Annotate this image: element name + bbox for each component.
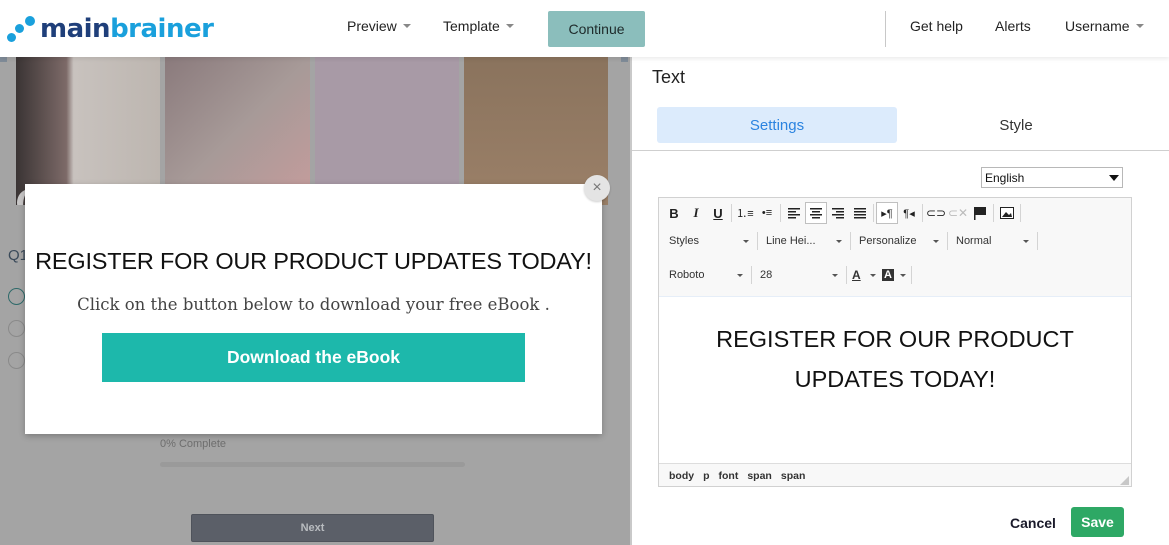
- path-item[interactable]: font: [719, 470, 739, 482]
- progress-label: 0% Complete: [160, 438, 227, 450]
- close-icon[interactable]: ×: [584, 175, 610, 201]
- element-path-bar: body p font span span: [659, 463, 1131, 487]
- font-family-dropdown[interactable]: Roboto: [663, 264, 749, 286]
- dropdown-arrow-icon: [1109, 174, 1119, 181]
- background-color-icon: A: [882, 269, 894, 281]
- cancel-button[interactable]: Cancel: [1003, 508, 1063, 538]
- modal-subtitle[interactable]: Click on the button below to download yo…: [25, 295, 602, 314]
- bold-icon[interactable]: B: [663, 202, 685, 224]
- path-item[interactable]: p: [703, 470, 709, 482]
- continue-button[interactable]: Continue: [548, 11, 645, 47]
- download-ebook-button[interactable]: Download the eBook: [102, 333, 525, 382]
- toolbar-row-3: Roboto 28 A A: [659, 261, 1131, 289]
- align-justify-icon[interactable]: [849, 202, 871, 224]
- format-dropdown[interactable]: Normal: [950, 230, 1035, 252]
- logo-text: mainbrainer: [40, 14, 214, 44]
- logo-dots-icon: [6, 14, 38, 44]
- italic-icon[interactable]: I: [685, 202, 707, 224]
- hero-tile-clothings: Clothings: [16, 57, 161, 205]
- font-size-dropdown[interactable]: 28: [754, 264, 844, 286]
- scroll-marker: [621, 57, 628, 62]
- ltr-direction-icon[interactable]: ▸¶: [876, 202, 898, 224]
- rich-text-editor: B I U ⒈≡ •≡ ▸¶ ¶◂ ⊂⊃ ⊂✕ Styles Line Hei.…: [658, 197, 1132, 487]
- path-item[interactable]: body: [669, 470, 694, 482]
- unlink-icon[interactable]: ⊂✕: [947, 202, 969, 224]
- tab-style[interactable]: Style: [896, 107, 1136, 143]
- top-navbar: mainbrainer Preview Template Continue Ge…: [0, 0, 1169, 57]
- template-menu[interactable]: Template: [443, 18, 514, 34]
- styles-dropdown[interactable]: Styles: [663, 230, 755, 252]
- alerts-link[interactable]: Alerts: [995, 18, 1031, 34]
- language-select[interactable]: English: [981, 167, 1123, 188]
- toolbar-row-1: B I U ⒈≡ •≡ ▸¶ ¶◂ ⊂⊃ ⊂✕: [659, 199, 1131, 227]
- rtl-direction-icon[interactable]: ¶◂: [898, 202, 920, 224]
- link-icon[interactable]: ⊂⊃: [925, 202, 947, 224]
- radio-option-1[interactable]: [8, 288, 25, 305]
- modal-title[interactable]: REGISTER FOR OUR PRODUCT UPDATES TODAY!: [25, 248, 602, 275]
- progress-bar: [160, 462, 465, 467]
- hero-tile-cosmetics: Cosmetics: [165, 57, 310, 205]
- tab-settings[interactable]: Settings: [657, 107, 897, 143]
- text-color-icon: A: [852, 268, 861, 282]
- radio-option-3[interactable]: [8, 352, 25, 369]
- ordered-list-icon[interactable]: ⒈≡: [734, 202, 756, 224]
- personalize-dropdown[interactable]: Personalize: [853, 230, 945, 252]
- align-center-icon[interactable]: [805, 202, 827, 224]
- underline-icon[interactable]: U: [707, 202, 729, 224]
- anchor-flag-icon[interactable]: [969, 202, 991, 224]
- align-left-icon[interactable]: [783, 202, 805, 224]
- chevron-down-icon: [402, 24, 411, 28]
- toolbar-row-2: Styles Line Hei... Personalize Normal: [659, 227, 1131, 255]
- get-help-link[interactable]: Get help: [910, 18, 963, 34]
- save-button[interactable]: Save: [1071, 507, 1124, 537]
- text-settings-panel: Text Settings Style English B I U ⒈≡ •≡: [630, 57, 1169, 545]
- divider: [632, 150, 1169, 151]
- next-button[interactable]: Next: [191, 514, 434, 542]
- mainbrainer-logo[interactable]: mainbrainer: [6, 12, 214, 46]
- hero-image-strip: Clothings Cosmetics Crystals Gifts: [16, 57, 608, 205]
- nav-divider: [885, 11, 886, 47]
- editor-content-area[interactable]: REGISTER FOR OUR PRODUCT UPDATES TODAY!: [659, 296, 1131, 463]
- username-menu[interactable]: Username: [1065, 18, 1144, 34]
- preview-menu[interactable]: Preview: [347, 18, 411, 34]
- chevron-down-icon: [505, 24, 514, 28]
- path-item[interactable]: span: [747, 470, 772, 482]
- popup-modal: REGISTER FOR OUR PRODUCT UPDATES TODAY! …: [25, 184, 602, 434]
- bullet-list-icon[interactable]: •≡: [756, 202, 778, 224]
- align-right-icon[interactable]: [827, 202, 849, 224]
- hero-tile-crystals: Crystals: [314, 57, 459, 205]
- background-color-button[interactable]: A: [879, 264, 909, 286]
- text-color-button[interactable]: A: [849, 264, 879, 286]
- image-icon[interactable]: [996, 202, 1018, 224]
- scroll-marker: [0, 57, 7, 62]
- editor-text[interactable]: REGISTER FOR OUR PRODUCT UPDATES TODAY!: [659, 319, 1131, 399]
- resize-handle-icon[interactable]: [1120, 476, 1129, 485]
- path-item[interactable]: span: [781, 470, 806, 482]
- radio-option-2[interactable]: [8, 320, 25, 337]
- line-height-dropdown[interactable]: Line Hei...: [760, 230, 848, 252]
- panel-title: Text: [652, 67, 686, 87]
- chevron-down-icon: [1135, 24, 1144, 28]
